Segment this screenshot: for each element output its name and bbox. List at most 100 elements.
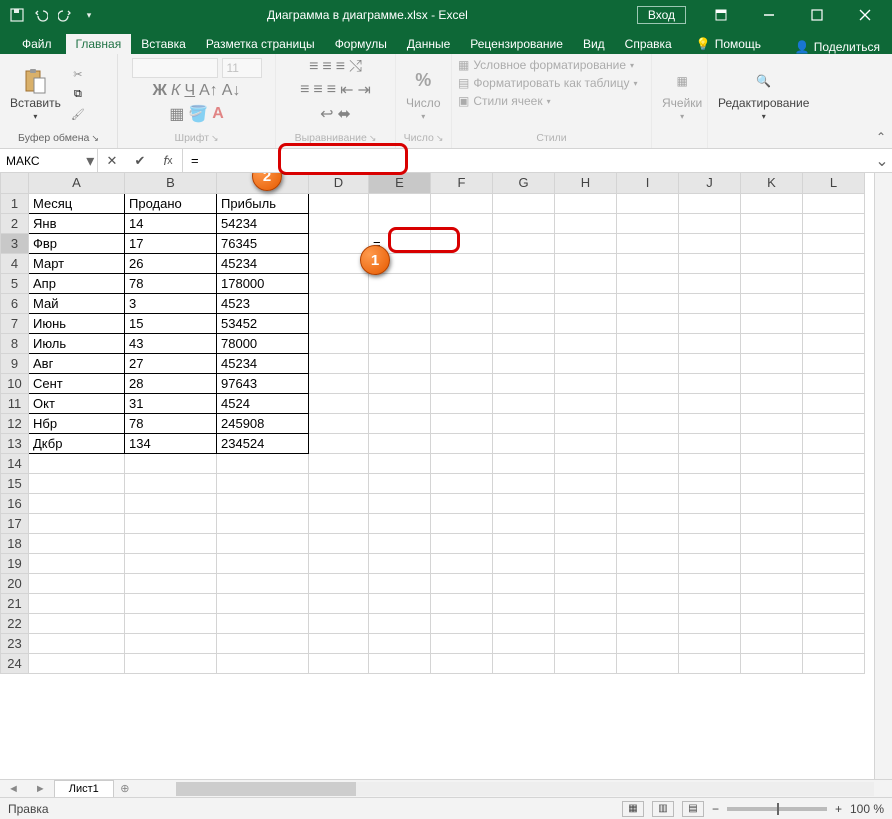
- cell[interactable]: [125, 613, 217, 633]
- cell[interactable]: [741, 393, 803, 413]
- cell[interactable]: 53452: [217, 313, 309, 333]
- tell-me[interactable]: 💡Помощь: [686, 34, 771, 54]
- cell[interactable]: [493, 633, 555, 653]
- row[interactable]: 18: [1, 533, 865, 553]
- col-header-L[interactable]: L: [803, 173, 865, 193]
- row[interactable]: 3Фвр1776345=: [1, 233, 865, 253]
- cell[interactable]: 78: [125, 413, 217, 433]
- cell[interactable]: [431, 453, 493, 473]
- cell[interactable]: [493, 573, 555, 593]
- cell[interactable]: [493, 273, 555, 293]
- cell[interactable]: [803, 573, 865, 593]
- cell[interactable]: [555, 353, 617, 373]
- worksheet-grid[interactable]: 2 A B C D E F G H I J K: [0, 173, 892, 797]
- row[interactable]: 22: [1, 613, 865, 633]
- cell[interactable]: [679, 493, 741, 513]
- zoom-level[interactable]: 100 %: [850, 802, 884, 816]
- col-header-A[interactable]: A: [29, 173, 125, 193]
- cell[interactable]: [741, 553, 803, 573]
- cell[interactable]: 78: [125, 273, 217, 293]
- cell[interactable]: [617, 293, 679, 313]
- cell[interactable]: [431, 293, 493, 313]
- cell[interactable]: Июнь: [29, 313, 125, 333]
- cell[interactable]: [555, 493, 617, 513]
- cell[interactable]: [369, 413, 431, 433]
- cell[interactable]: [555, 433, 617, 453]
- cell[interactable]: [679, 473, 741, 493]
- cell[interactable]: [29, 553, 125, 573]
- cell[interactable]: [431, 413, 493, 433]
- cell[interactable]: [679, 513, 741, 533]
- cell[interactable]: [741, 313, 803, 333]
- cell[interactable]: [29, 533, 125, 553]
- cell[interactable]: [309, 333, 369, 353]
- cell[interactable]: Нбр: [29, 413, 125, 433]
- row[interactable]: 14: [1, 453, 865, 473]
- cell[interactable]: [29, 593, 125, 613]
- cell[interactable]: 14: [125, 213, 217, 233]
- cell[interactable]: 245908: [217, 413, 309, 433]
- cell[interactable]: 31: [125, 393, 217, 413]
- cell[interactable]: [369, 333, 431, 353]
- format-painter-icon[interactable]: 🖌: [69, 106, 87, 122]
- cell[interactable]: [555, 213, 617, 233]
- cell[interactable]: [217, 513, 309, 533]
- cell[interactable]: [431, 253, 493, 273]
- cell[interactable]: [617, 193, 679, 213]
- cell[interactable]: [679, 213, 741, 233]
- cell[interactable]: [309, 653, 369, 673]
- cell[interactable]: [555, 653, 617, 673]
- cell[interactable]: [431, 333, 493, 353]
- cell[interactable]: [125, 593, 217, 613]
- cell[interactable]: [555, 273, 617, 293]
- cell[interactable]: [617, 653, 679, 673]
- sheet-tab[interactable]: Лист1: [54, 780, 114, 797]
- cell[interactable]: [369, 613, 431, 633]
- cell[interactable]: [493, 433, 555, 453]
- tab-file[interactable]: Файл: [8, 34, 66, 54]
- cell[interactable]: [555, 333, 617, 353]
- cell[interactable]: [309, 213, 369, 233]
- row[interactable]: 8Июль4378000: [1, 333, 865, 353]
- cell[interactable]: 45234: [217, 353, 309, 373]
- qat-dropdown-icon[interactable]: ▾: [80, 6, 98, 24]
- cell[interactable]: [431, 353, 493, 373]
- cell[interactable]: [679, 413, 741, 433]
- cell[interactable]: [617, 533, 679, 553]
- cell[interactable]: [555, 373, 617, 393]
- font-size-up-icon[interactable]: A↑: [199, 82, 218, 100]
- cell[interactable]: [555, 573, 617, 593]
- cell[interactable]: Окт: [29, 393, 125, 413]
- cell[interactable]: [369, 473, 431, 493]
- cell[interactable]: [617, 473, 679, 493]
- align-top-icon[interactable]: ≡: [309, 58, 318, 76]
- cell[interactable]: [741, 493, 803, 513]
- row-header[interactable]: 4: [1, 253, 29, 273]
- tab-home[interactable]: Главная: [66, 34, 132, 54]
- cell[interactable]: [555, 313, 617, 333]
- collapse-ribbon-icon[interactable]: ⌃: [876, 130, 886, 144]
- cell[interactable]: [431, 433, 493, 453]
- underline-button[interactable]: Ч: [184, 82, 195, 100]
- cell[interactable]: [369, 493, 431, 513]
- cell[interactable]: [617, 613, 679, 633]
- cell[interactable]: 3: [125, 293, 217, 313]
- tab-view[interactable]: Вид: [573, 34, 615, 54]
- row-header[interactable]: 5: [1, 273, 29, 293]
- cell[interactable]: [803, 393, 865, 413]
- cell[interactable]: [309, 193, 369, 213]
- cell[interactable]: [217, 533, 309, 553]
- tab-review[interactable]: Рецензирование: [460, 34, 573, 54]
- align-right-icon[interactable]: ≡: [327, 81, 336, 99]
- cell[interactable]: [369, 293, 431, 313]
- cell[interactable]: [493, 613, 555, 633]
- cell[interactable]: [493, 493, 555, 513]
- cell[interactable]: [29, 453, 125, 473]
- cell[interactable]: Авг: [29, 353, 125, 373]
- cell[interactable]: [555, 533, 617, 553]
- row-header[interactable]: 16: [1, 493, 29, 513]
- col-header-K[interactable]: K: [741, 173, 803, 193]
- fill-color-icon[interactable]: 🪣: [188, 104, 208, 124]
- cell[interactable]: [741, 513, 803, 533]
- cell[interactable]: [617, 513, 679, 533]
